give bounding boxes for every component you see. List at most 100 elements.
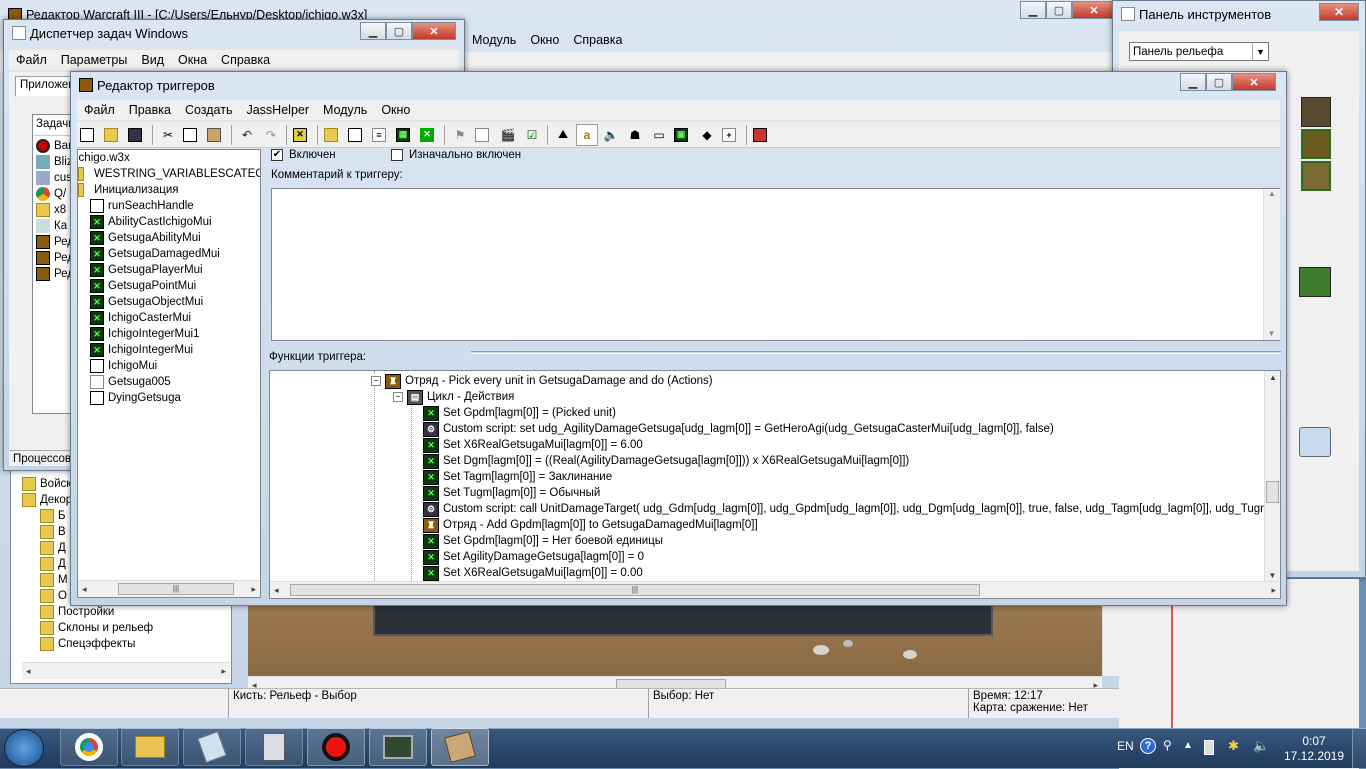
minimize-button[interactable]: ▁ (1020, 1, 1046, 19)
enabled-checkbox[interactable]: ✔ (271, 149, 283, 161)
action-row[interactable]: ✕ Set X6RealGetsugaMui[lagm[0]] = 6.00 (270, 437, 1270, 453)
trigger-item[interactable]: ✕ IchigoIntegerMui (78, 342, 260, 358)
menu-create[interactable]: Создать (178, 103, 240, 117)
help-icon[interactable]: ? (1140, 738, 1156, 754)
terrain-tool-icon[interactable] (1299, 267, 1331, 297)
palette-item[interactable]: Склоны и рельеф (22, 620, 227, 636)
task-row[interactable]: cus (36, 170, 74, 186)
terrain-editor-icon[interactable]: ⛰ (552, 124, 574, 146)
task-row[interactable]: Q/ (36, 186, 74, 202)
redo-icon[interactable]: ↷ (260, 124, 282, 146)
palette-hscroll[interactable]: ◂ ▸ (22, 662, 230, 679)
initially-checkbox[interactable] (391, 149, 403, 161)
actions-vscroll[interactable]: ▲ ▼ (1264, 371, 1280, 582)
trigger-item[interactable]: runSeachHandle (78, 198, 260, 214)
tree-root[interactable]: ichigo.w3x (78, 150, 260, 166)
show-desktop-button[interactable] (1352, 728, 1366, 768)
tools-close-button[interactable]: ✕ (1319, 3, 1359, 21)
new-icon[interactable] (78, 124, 100, 146)
menu-file[interactable]: Файл (77, 103, 122, 117)
campaign-editor-icon[interactable]: ▭ (648, 124, 670, 146)
task-row[interactable]: Ка (36, 218, 74, 234)
paste-icon[interactable] (205, 124, 227, 146)
action-row[interactable]: ✕ Set Dgm[lagm[0]] = ((Real(AgilityDamage… (270, 453, 1270, 469)
trigger-item[interactable]: ✕ IchigoIntegerMui1 (78, 326, 260, 342)
task-row[interactable]: Ред (36, 234, 74, 250)
terrain-swatch[interactable] (1301, 129, 1331, 159)
taskbar-calculator[interactable] (245, 728, 303, 766)
task-row[interactable]: Ваr (36, 138, 74, 154)
flag-icon[interactable]: ⚑ (449, 124, 471, 146)
brush-tool-icon[interactable] (1299, 427, 1331, 457)
trigger-item[interactable]: ✕ GetsugaPlayerMui (78, 262, 260, 278)
ai-editor-icon[interactable]: ▣ (672, 124, 694, 146)
menu-window[interactable]: Окно (523, 33, 566, 47)
start-button[interactable] (4, 729, 44, 767)
terrain-swatch[interactable] (1301, 97, 1331, 127)
trigger-item[interactable]: ✕ AbilityCastIchigoMui (78, 214, 260, 230)
action-row[interactable]: ✕ Set Gpdm[lagm[0]] = Нет боевой единицы (270, 533, 1270, 549)
action-row[interactable]: ⚙ Custom script: set udg_AgilityDamageGet… (270, 421, 1270, 437)
map-vscroll[interactable] (1102, 600, 1119, 676)
action-row[interactable]: − ♜ Отряд - Pick every unit in GetsugaDama… (270, 373, 1270, 389)
new-event-icon[interactable]: ✕ (418, 124, 440, 146)
tree-folder[interactable]: WESTRING_VARIABLESCATEGORY (78, 166, 260, 182)
close-button[interactable]: ✕ (412, 22, 456, 40)
trigger-item[interactable]: DyingGetsuga (78, 390, 260, 406)
menu-module[interactable]: Модуль (465, 33, 523, 47)
comment-vscroll[interactable]: ▲ ▼ (1263, 189, 1280, 340)
actions-hscroll[interactable]: ◂ ||| ▸ (270, 581, 1280, 598)
clock[interactable]: 0:07 17.12.2019 (1282, 734, 1346, 764)
taskbar-recorder[interactable] (307, 728, 365, 766)
object-editor-icon[interactable]: ☗ (624, 124, 646, 146)
tree-folder[interactable]: Инициализация (78, 182, 260, 198)
new-comment-icon[interactable]: ≡ (370, 124, 392, 146)
tree-hscroll[interactable]: ◂ ||| ▸ (78, 580, 260, 597)
import-manager-icon[interactable]: + (720, 124, 742, 146)
object-manager-icon[interactable]: ◆ (696, 124, 718, 146)
menu-window[interactable]: Окно (374, 103, 417, 117)
trigger-item[interactable]: ✕ GetsugaPointMui (78, 278, 260, 294)
action-row[interactable]: − ▤ Цикл - Действия (270, 389, 1270, 405)
action-row[interactable]: ✕ Set AgilityDamageGetsuga[lagm[0]] = 0 (270, 549, 1270, 565)
menu-help[interactable]: Справка (214, 53, 277, 67)
close-button[interactable]: ✕ (1072, 1, 1116, 19)
language-indicator[interactable]: EN (1117, 739, 1134, 753)
comment-textarea[interactable] (271, 188, 1280, 341)
menu-edit[interactable]: Правка (122, 103, 178, 117)
trigger-item[interactable]: ✕ GetsugaAbilityMui (78, 230, 260, 246)
delete-icon[interactable]: ✕ (291, 124, 313, 146)
tray-icon[interactable]: ⚲ (1163, 738, 1172, 752)
battery-icon[interactable] (1204, 740, 1214, 755)
task-row[interactable]: Ред (36, 266, 74, 282)
network-icon[interactable]: ✱ (1228, 738, 1239, 754)
copy-icon[interactable] (181, 124, 203, 146)
trigger-item[interactable]: ✕ IchigoCasterMui (78, 310, 260, 326)
new-variable-icon[interactable]: ▦ (394, 124, 416, 146)
trigger-editor-icon[interactable]: a (576, 123, 598, 146)
taskbar-taskmgr[interactable] (369, 728, 427, 766)
maximize-button[interactable]: ▢ (1206, 73, 1232, 91)
show-hidden-icons[interactable]: ▲ (1183, 740, 1193, 751)
tab-applications[interactable]: Приложения (15, 76, 77, 96)
taskbar-chrome[interactable] (60, 728, 118, 766)
collapse-icon[interactable]: − (371, 376, 381, 386)
minimize-button[interactable]: ▁ (1180, 73, 1206, 91)
open-folder-icon[interactable] (102, 124, 124, 146)
sound-editor-icon[interactable]: 🔈 (600, 124, 622, 146)
menu-module[interactable]: Модуль (316, 103, 374, 117)
trigger-item[interactable]: IchigoMui (78, 358, 260, 374)
map-viewport[interactable] (248, 600, 1102, 676)
new-trigger-icon[interactable] (346, 124, 368, 146)
trigger-item[interactable]: Getsuga005 (78, 374, 260, 390)
menu-view[interactable]: Вид (134, 53, 171, 67)
save-icon[interactable] (126, 124, 148, 146)
menu-options[interactable]: Параметры (54, 53, 135, 67)
taskbar-wc3-editor[interactable] (431, 728, 489, 766)
menu-file[interactable]: Файл (9, 53, 54, 67)
new-category-icon[interactable] (322, 124, 344, 146)
task-row[interactable]: Ред (36, 250, 74, 266)
tasks-col-header[interactable]: Задачи (34, 116, 74, 136)
collapse-icon[interactable]: − (393, 392, 403, 402)
splitter[interactable] (471, 351, 1281, 354)
